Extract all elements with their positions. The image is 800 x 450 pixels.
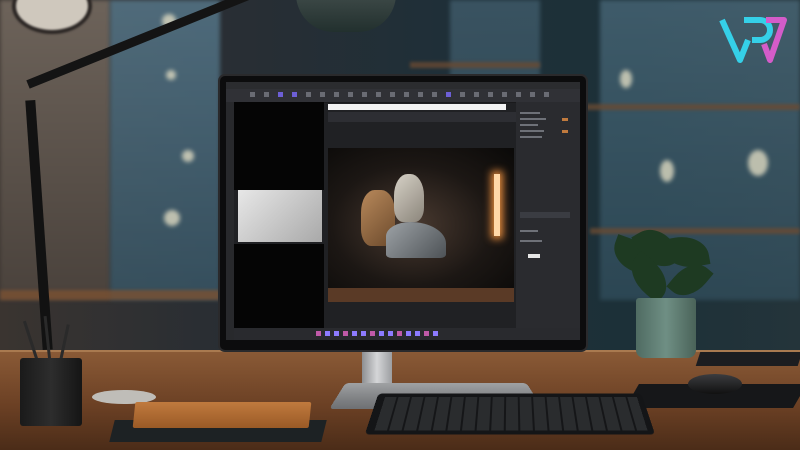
timeline-key	[397, 331, 402, 336]
toolbar-icon	[446, 92, 451, 97]
timeline-key	[325, 331, 330, 336]
render-floor	[328, 288, 514, 302]
mouse	[688, 374, 742, 394]
clay-render-thumbnail	[238, 190, 322, 242]
bokeh-light	[164, 210, 180, 226]
bokeh-light	[166, 70, 176, 80]
keyboard-keys	[374, 396, 648, 431]
lamp-shade	[296, 0, 396, 32]
timeline-key	[352, 331, 357, 336]
attribute-swatch	[562, 130, 568, 133]
timeline-key	[388, 331, 393, 336]
attribute-row	[520, 124, 538, 126]
bokeh-light	[620, 70, 632, 88]
bokeh-light	[748, 150, 768, 176]
timeline-key	[316, 331, 321, 336]
notebook-orange	[132, 402, 312, 428]
attribute-row	[520, 130, 544, 132]
toolbar-icon	[474, 92, 479, 97]
toolbar-icon	[292, 92, 297, 97]
timeline-key	[343, 331, 348, 336]
object-manager-panel	[234, 102, 324, 190]
background-wall	[0, 0, 110, 300]
timeline-key	[379, 331, 384, 336]
toolbar-icon	[460, 92, 465, 97]
timeline-key	[370, 331, 375, 336]
timeline-key	[415, 331, 420, 336]
toolbar-icon	[390, 92, 395, 97]
attribute-row	[520, 230, 538, 232]
app-menubar	[226, 82, 580, 89]
desk-scene	[0, 0, 800, 450]
toolbar-icon	[376, 92, 381, 97]
monitor	[220, 76, 586, 350]
lower-left-panel	[234, 244, 324, 328]
toolbar-icon	[348, 92, 353, 97]
timeline-key	[433, 331, 438, 336]
toolbar-icon	[418, 92, 423, 97]
toolbar-icon	[362, 92, 367, 97]
monitor-screen	[226, 82, 580, 340]
toolbar-icon	[278, 92, 283, 97]
render-light-tube	[494, 174, 500, 236]
background-shelf	[560, 104, 800, 110]
toolbar-icon	[250, 92, 255, 97]
timeline-key	[334, 331, 339, 336]
left-tool-dock	[226, 102, 234, 340]
toolbar-icon	[404, 92, 409, 97]
toolbar-icon	[516, 92, 521, 97]
attribute-swatch	[562, 118, 568, 121]
attribute-tabs	[520, 212, 570, 218]
device-on-desk	[695, 352, 800, 366]
attribute-row	[520, 118, 546, 120]
attribute-row	[520, 112, 540, 114]
toolbar-icon	[306, 92, 311, 97]
toolbar-icon	[502, 92, 507, 97]
bokeh-light	[182, 150, 194, 162]
toolbar-icon	[544, 92, 549, 97]
bokeh-light	[660, 160, 674, 182]
toolbar-icon	[334, 92, 339, 97]
logo-icon	[719, 17, 787, 63]
monitor-stand-neck	[362, 345, 392, 385]
viewport-toolbar	[328, 112, 518, 122]
background-shelf	[590, 228, 800, 234]
toolbar-icon	[264, 92, 269, 97]
background-shelf	[410, 62, 540, 68]
timeline-key	[406, 331, 411, 336]
timeline-key	[361, 331, 366, 336]
toolbar-icon	[530, 92, 535, 97]
timeline-key	[424, 331, 429, 336]
attribute-row	[520, 240, 542, 242]
render-ceramic-jug	[394, 174, 424, 222]
attribute-field	[528, 254, 540, 258]
toolbar-icon	[320, 92, 325, 97]
plant-pot	[636, 298, 696, 358]
pen-holder	[20, 358, 82, 426]
toolbar-icon	[432, 92, 437, 97]
attribute-row	[520, 136, 542, 138]
toolbar-icon	[488, 92, 493, 97]
viewport-header-bar	[328, 104, 506, 110]
background-counter	[0, 290, 220, 300]
